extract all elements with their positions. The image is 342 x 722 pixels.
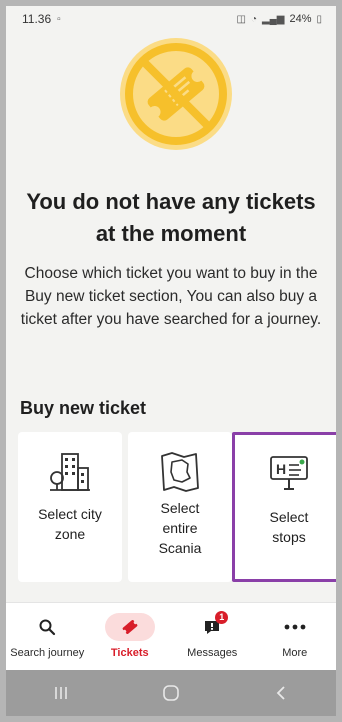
signal-icon: ▂▄▆ — [261, 13, 285, 25]
search-icon — [22, 613, 72, 641]
bottom-navigation: Search journey Tickets 1 Messages More — [6, 602, 336, 670]
more-dots-icon — [270, 613, 320, 641]
battery-percent: 24% — [289, 13, 312, 25]
message-icon: 1 — [187, 611, 237, 641]
nav-messages[interactable]: 1 Messages — [171, 603, 254, 670]
select-city-zone-label: Select city zone — [38, 506, 102, 542]
scania-map-icon — [158, 450, 202, 494]
notification-icon: ▫ — [57, 13, 61, 25]
status-time: 11.36 — [22, 12, 52, 26]
bus-stop-sign-icon: H — [267, 453, 311, 497]
nav-more[interactable]: More — [254, 603, 337, 670]
nav-search-journey[interactable]: Search journey — [6, 603, 89, 670]
nav-tickets-label: Tickets — [110, 647, 149, 659]
nav-search-journey-label: Search journey — [10, 647, 85, 659]
back-icon[interactable] — [261, 678, 301, 708]
no-ticket-illustration — [120, 38, 232, 150]
ticket-icon — [104, 613, 155, 641]
buy-section-title: Buy new ticket — [20, 398, 147, 418]
home-icon[interactable] — [151, 678, 191, 708]
app-screen: 11.36 ▫ ◫ ◔ ▂▄▆ 24% ▯ You do not have an… — [6, 6, 336, 716]
select-entire-scania-label: Select entire Scania — [158, 500, 202, 556]
status-bar: 11.36 ▫ ◫ ◔ ▂▄▆ 24% ▯ — [6, 6, 336, 32]
system-navigation-bar — [6, 670, 336, 716]
select-city-zone-card[interactable]: Select city zone — [18, 432, 122, 582]
select-stops-label: Select stops — [269, 509, 309, 545]
select-entire-scania-card[interactable]: Select entire Scania — [128, 432, 232, 582]
messages-badge: 1 — [215, 611, 229, 624]
city-buildings-icon — [48, 450, 92, 494]
empty-state-description: Choose which ticket you want to buy in t… — [20, 265, 322, 328]
battery-icon: ▯ — [316, 13, 322, 25]
nav-tickets[interactable]: Tickets — [89, 603, 172, 670]
select-stops-card[interactable]: H Select stops — [232, 432, 336, 582]
nav-messages-label: Messages — [187, 647, 238, 659]
mute-icon: ◫ — [236, 13, 246, 25]
recent-apps-icon[interactable] — [41, 678, 81, 708]
wifi-icon: ◔ — [250, 13, 257, 25]
nav-more-label: More — [282, 647, 308, 659]
svg-text:H: H — [276, 461, 286, 477]
empty-state-title: You do not have any tickets at the momen… — [26, 189, 316, 246]
